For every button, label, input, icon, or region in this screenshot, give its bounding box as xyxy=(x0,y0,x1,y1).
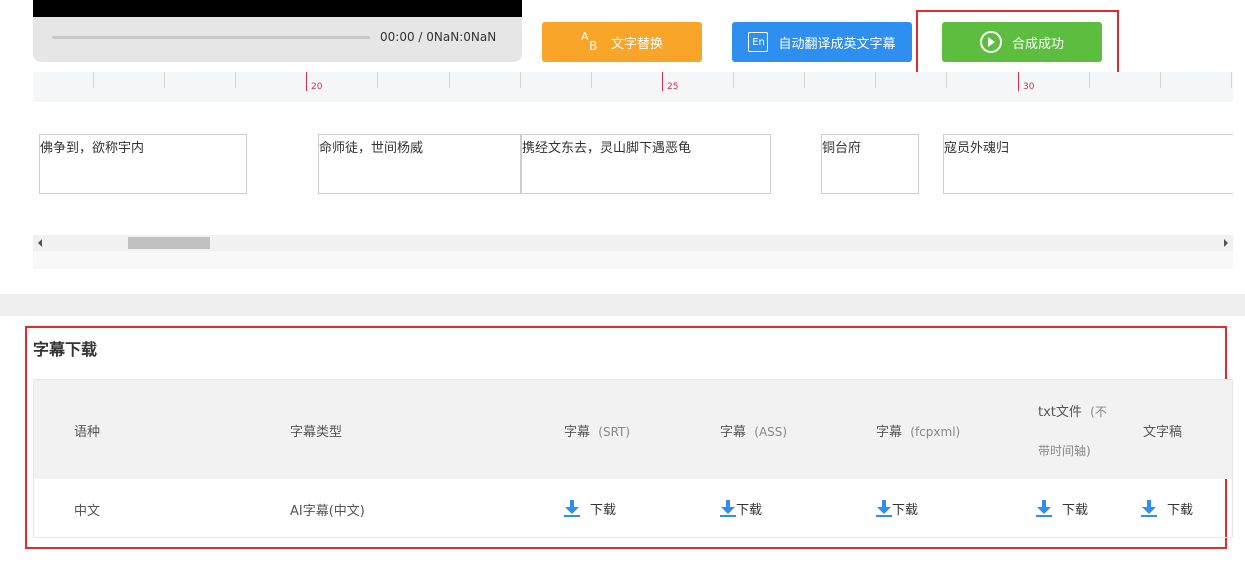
header-txt-line2: 带时间轴) xyxy=(1038,442,1091,459)
header-srt-label: 字幕 xyxy=(564,425,590,440)
timeline-ruler[interactable]: 20 25 30 xyxy=(33,72,1233,102)
ruler-tick xyxy=(591,72,592,88)
text-replace-icon: AB xyxy=(581,32,601,52)
download-txt-label: 下载 xyxy=(1062,499,1088,518)
ruler-tick xyxy=(804,72,805,88)
download-fcpxml-label: 下载 xyxy=(892,499,918,518)
translate-en-icon: En xyxy=(748,32,768,52)
download-icon xyxy=(876,500,892,518)
download-section-title: 字幕下载 xyxy=(33,336,97,360)
download-ass-label: 下载 xyxy=(736,499,762,518)
header-srt: 字幕 (SRT) xyxy=(564,421,630,440)
ruler-tick xyxy=(1160,72,1161,88)
ruler-tick xyxy=(1089,72,1090,88)
download-doc-label: 下载 xyxy=(1167,499,1193,518)
header-fcpxml: 字幕 (fcpxml) xyxy=(876,421,960,440)
ruler-major-tick xyxy=(306,72,307,91)
header-fcpxml-label: 字幕 xyxy=(876,425,902,440)
subtitle-block[interactable]: 寇员外魂归 xyxy=(943,134,1233,194)
header-txt-label: txt文件 xyxy=(1038,405,1082,420)
ruler-tick xyxy=(733,72,734,88)
ruler-major-tick xyxy=(662,72,663,91)
header-ass-label: 字幕 xyxy=(720,425,746,440)
auto-translate-label: 自动翻译成英文字幕 xyxy=(778,33,895,52)
header-ass-sub: (ASS) xyxy=(754,425,787,439)
table-header: 语种 字幕类型 字幕 (SRT) 字幕 (ASS) 字幕 (fcpxml) tx… xyxy=(34,380,1232,479)
download-doc-link[interactable]: 下载 xyxy=(1141,499,1193,518)
text-replace-label: 文字替换 xyxy=(611,33,663,52)
scroll-left-icon[interactable] xyxy=(38,239,42,247)
subtitle-block[interactable]: 佛争到，欲称宇内 xyxy=(39,134,247,194)
section-divider xyxy=(0,294,1245,316)
ruler-tick xyxy=(377,72,378,88)
ruler-tick xyxy=(520,72,521,88)
download-ass-link[interactable]: 下载 xyxy=(720,499,762,518)
ruler-tick xyxy=(164,72,165,88)
row-lang: 中文 xyxy=(74,500,100,519)
time-display: 00:00 / 0NaN:0NaN xyxy=(380,30,496,44)
download-srt-link[interactable]: 下载 xyxy=(564,499,616,518)
download-icon xyxy=(564,500,580,518)
timeline-scrollbar[interactable] xyxy=(33,235,1233,251)
scroll-right-icon[interactable] xyxy=(1224,239,1228,247)
ruler-tick xyxy=(875,72,876,88)
download-icon xyxy=(720,500,736,518)
text-replace-button[interactable]: AB 文字替换 xyxy=(542,22,702,62)
download-fcpxml-link[interactable]: 下载 xyxy=(876,499,918,518)
subtitle-block[interactable]: 命师徒，世间杨威 xyxy=(318,134,521,194)
scrollbar-thumb[interactable] xyxy=(128,237,210,249)
download-icon xyxy=(1141,500,1157,518)
row-type: AI字幕(中文) xyxy=(290,500,365,519)
download-icon xyxy=(1036,500,1052,518)
ruler-label-25: 25 xyxy=(667,82,678,92)
video-screen[interactable] xyxy=(33,0,522,17)
subtitle-block[interactable]: 携经文东去，灵山脚下遇恶龟 xyxy=(521,134,771,194)
header-fcpxml-sub: (fcpxml) xyxy=(910,425,960,439)
ruler-major-tick xyxy=(1018,72,1019,91)
header-txt-sub: (不 xyxy=(1090,405,1107,419)
subtitle-block[interactable]: 铜台府 xyxy=(821,134,919,194)
header-lang: 语种 xyxy=(74,421,100,440)
auto-translate-button[interactable]: En 自动翻译成英文字幕 xyxy=(732,22,912,62)
header-srt-sub: (SRT) xyxy=(598,425,630,439)
header-doc: 文字稿 xyxy=(1143,421,1182,440)
header-type: 字幕类型 xyxy=(290,421,342,440)
ruler-tick xyxy=(449,72,450,88)
ruler-label-20: 20 xyxy=(311,82,322,92)
ruler-tick xyxy=(235,72,236,88)
timeline-footer xyxy=(33,251,1233,269)
ruler-label-30: 30 xyxy=(1023,82,1034,92)
header-txt: txt文件 (不 xyxy=(1038,401,1107,420)
download-srt-label: 下载 xyxy=(590,499,616,518)
header-ass: 字幕 (ASS) xyxy=(720,421,787,440)
video-player: 00:00 / 0NaN:0NaN xyxy=(33,0,522,62)
ruler-tick xyxy=(946,72,947,88)
ruler-tick xyxy=(93,72,94,88)
highlight-box-synth xyxy=(916,10,1119,80)
download-txt-link[interactable]: 下载 xyxy=(1036,499,1088,518)
download-table: 语种 字幕类型 字幕 (SRT) 字幕 (ASS) 字幕 (fcpxml) tx… xyxy=(33,379,1233,538)
ruler-tick xyxy=(1231,72,1232,88)
progress-track[interactable] xyxy=(52,36,370,39)
